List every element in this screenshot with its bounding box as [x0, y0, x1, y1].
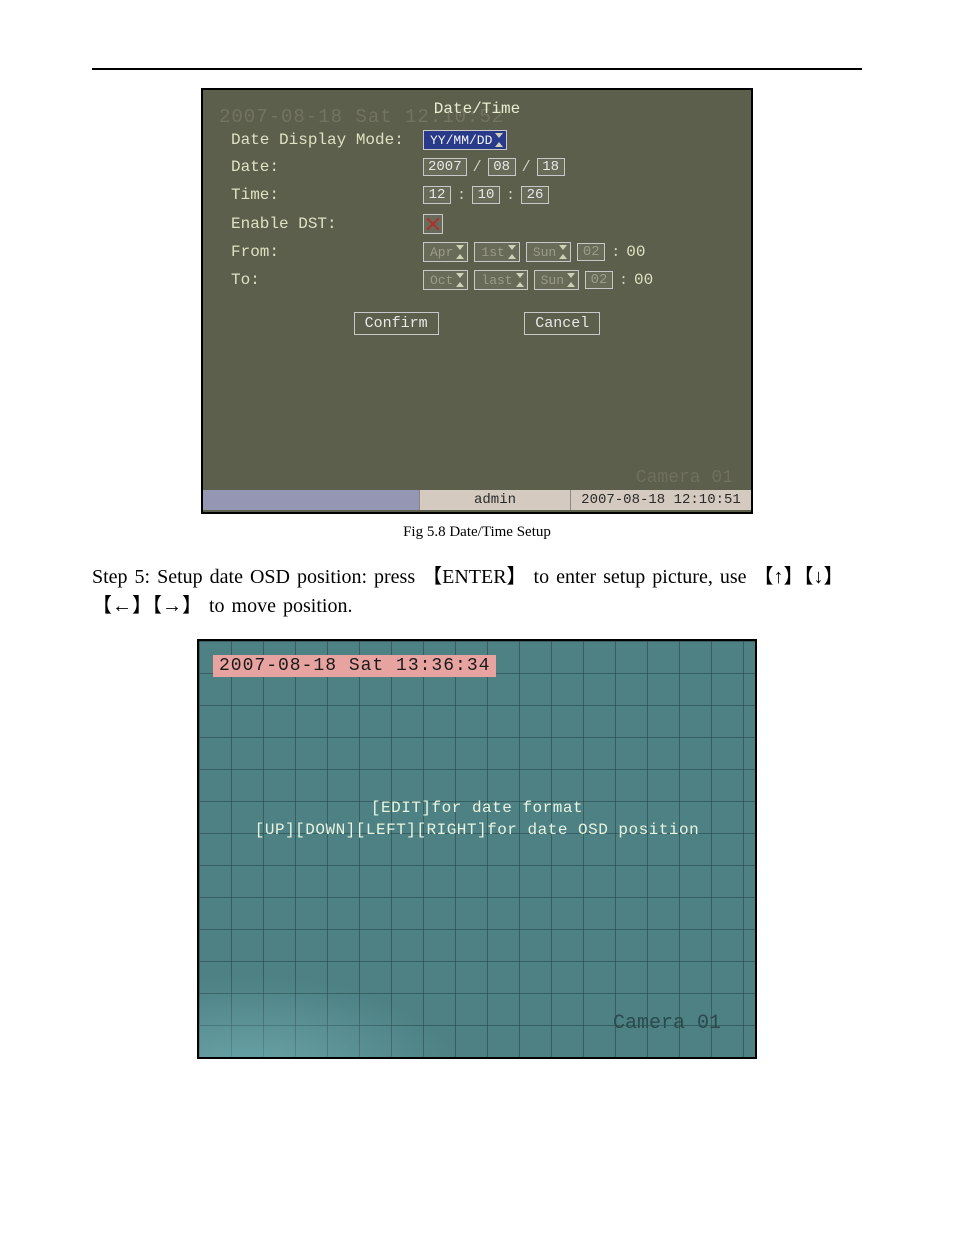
- row-date: Date: 2007 / 08 / 18: [231, 158, 565, 176]
- key-left: 【←】: [92, 595, 152, 617]
- label-dst: Enable DST:: [231, 215, 417, 233]
- figure-1-caption: Fig 5.8 Date/Time Setup: [92, 524, 862, 541]
- osd-date-overlay[interactable]: 2007-08-18 Sat 13:36:34: [213, 655, 496, 677]
- cancel-button[interactable]: Cancel: [524, 312, 600, 335]
- camera-label: Camera 01: [636, 468, 733, 488]
- figure-2: 2007-08-18 Sat 13:36:34 [EDIT]for date f…: [197, 639, 757, 1059]
- date-sep: /: [473, 159, 482, 176]
- row-from: From: Apr 1st Sun 02 : 00: [231, 242, 645, 262]
- button-row: Confirm Cancel: [203, 312, 751, 335]
- header-rule: [92, 68, 862, 70]
- status-bar-left: [203, 490, 419, 510]
- dvr-datetime-menu: 2007-08-18 Sat 12:10:52 Date/Time Date D…: [201, 88, 753, 514]
- from-min: 00: [626, 243, 645, 261]
- to-sep: :: [619, 272, 628, 289]
- key-right: 【→】: [152, 595, 202, 617]
- para-seg2: to enter setup picture, use: [527, 566, 754, 588]
- date-display-mode-select[interactable]: YY/MM/DD: [423, 130, 507, 150]
- label-time: Time:: [231, 186, 417, 204]
- date-year-input[interactable]: 2007: [423, 158, 467, 176]
- time-sep: :: [457, 187, 466, 204]
- osd-grid: [199, 641, 755, 1057]
- status-user: admin: [419, 490, 570, 510]
- key-enter: 【ENTER】: [422, 566, 526, 588]
- date-day-input[interactable]: 18: [537, 158, 565, 176]
- to-week-select[interactable]: last: [474, 270, 527, 290]
- key-down: 【↓】: [803, 566, 843, 588]
- hint-arrows: [UP][DOWN][LEFT][RIGHT]for date OSD posi…: [199, 821, 755, 839]
- time-sep: :: [506, 187, 515, 204]
- osd-position-screen: 2007-08-18 Sat 13:36:34 [EDIT]for date f…: [197, 639, 757, 1059]
- from-month-select[interactable]: Apr: [423, 242, 468, 262]
- to-month-select[interactable]: Oct: [423, 270, 468, 290]
- row-date-display-mode: Date Display Mode: YY/MM/DD: [231, 130, 507, 150]
- date-month-input[interactable]: 08: [488, 158, 516, 176]
- to-min: 00: [634, 271, 653, 289]
- para-seg1: Step 5: Setup date OSD position: press: [92, 566, 422, 588]
- enable-dst-checkbox[interactable]: [423, 214, 443, 234]
- confirm-button[interactable]: Confirm: [354, 312, 439, 335]
- to-day-select[interactable]: Sun: [534, 270, 579, 290]
- label-mode: Date Display Mode:: [231, 131, 417, 149]
- time-sec-input[interactable]: 26: [521, 186, 549, 204]
- label-from: From:: [231, 243, 417, 261]
- from-sep: :: [611, 244, 620, 261]
- instruction-paragraph: Step 5: Setup date OSD position: press 【…: [92, 563, 862, 621]
- time-hour-input[interactable]: 12: [423, 186, 451, 204]
- to-hour-input[interactable]: 02: [585, 271, 613, 289]
- label-to: To:: [231, 271, 417, 289]
- row-enable-dst: Enable DST:: [231, 214, 443, 234]
- status-bar: admin 2007-08-18 12:10:51: [203, 490, 751, 510]
- key-up: 【↑】: [753, 566, 803, 588]
- camera-label-2: Camera 01: [613, 1012, 721, 1035]
- from-week-select[interactable]: 1st: [474, 242, 519, 262]
- date-sep: /: [522, 159, 531, 176]
- hint-edit: [EDIT]for date format: [199, 799, 755, 817]
- label-date: Date:: [231, 158, 417, 176]
- figure-1: 2007-08-18 Sat 12:10:52 Date/Time Date D…: [201, 88, 753, 514]
- menu-title: Date/Time: [434, 100, 520, 118]
- from-day-select[interactable]: Sun: [526, 242, 571, 262]
- from-hour-input[interactable]: 02: [577, 243, 605, 261]
- para-seg3: to move position.: [202, 595, 352, 617]
- row-to: To: Oct last Sun 02 : 00: [231, 270, 653, 290]
- status-time: 2007-08-18 12:10:51: [570, 490, 751, 510]
- row-time: Time: 12 : 10 : 26: [231, 186, 549, 204]
- time-min-input[interactable]: 10: [472, 186, 500, 204]
